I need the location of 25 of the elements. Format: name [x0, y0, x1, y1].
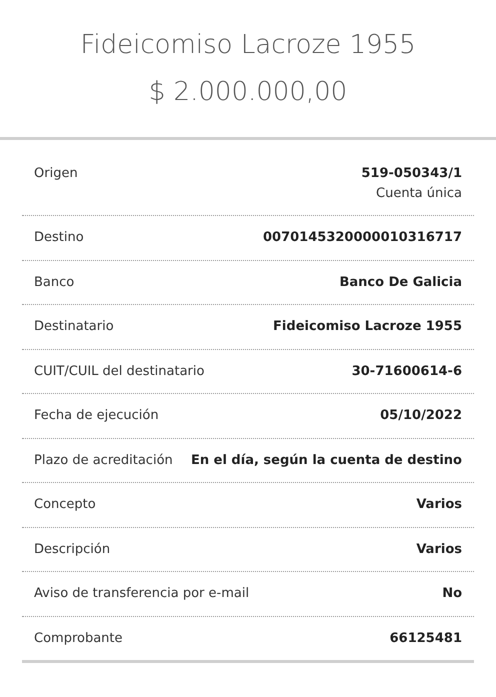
- field-label: Comprobante: [34, 630, 123, 648]
- field-value: 30-71600614-6: [352, 362, 462, 380]
- field-value: En el día, según la cuenta de destino: [190, 452, 462, 470]
- field-label: Fecha de ejecución: [34, 407, 159, 425]
- field-label: Plazo de acreditación: [34, 452, 173, 470]
- field-label: Aviso de transferencia por e-mail: [34, 585, 250, 603]
- field-value: 0070145320000010316717: [263, 229, 462, 247]
- field-value: No: [442, 585, 462, 603]
- field-value: 05/10/2022: [380, 407, 462, 425]
- field-value: Banco De Galicia: [339, 274, 462, 292]
- field-label: Concepto: [34, 496, 96, 514]
- field-label: Descripción: [34, 540, 110, 558]
- field-detail: Cuenta única: [376, 184, 462, 202]
- field-label: Destinatario: [34, 318, 114, 336]
- field-label: Banco: [34, 274, 74, 292]
- transfer-amount: $ 2.000.000,00: [148, 76, 348, 108]
- field-value: 519-050343/1: [361, 165, 462, 183]
- field-value: Varios: [416, 496, 462, 514]
- field-value: 66125481: [390, 630, 462, 648]
- field-label: Origen: [34, 165, 78, 183]
- payee-title: Fideicomiso Lacroze 1955: [80, 28, 416, 62]
- field-label: CUIT/CUIL del destinatario: [34, 362, 204, 380]
- field-label: Destino: [34, 229, 84, 247]
- field-value: Fideicomiso Lacroze 1955: [273, 318, 462, 336]
- field-value: Varios: [416, 540, 462, 558]
